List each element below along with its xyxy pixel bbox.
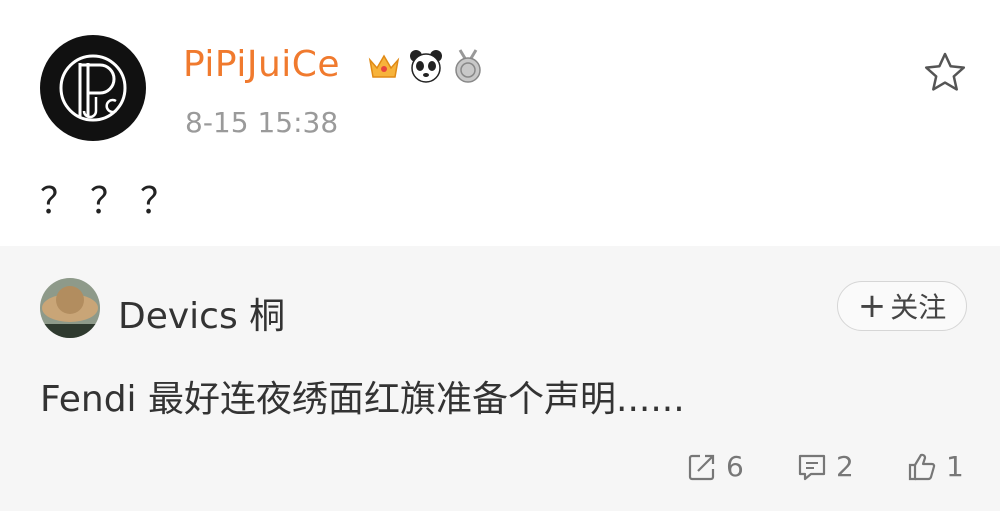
repost-username[interactable]: Devics 桐 — [118, 287, 285, 339]
action-bar: 6 2 1 — [0, 450, 1000, 490]
badge-list — [366, 48, 486, 84]
main-post: PiPiJuiCe 8-15 15:38 ？？？ — [0, 0, 1000, 246]
pjc-logo-icon — [59, 54, 127, 122]
comment-count: 2 — [836, 450, 854, 483]
repost-text: Fendi 最好连夜绣面红旗准备个声明...... — [40, 379, 685, 420]
like-button[interactable]: 1 — [906, 450, 964, 483]
medal-badge-icon[interactable] — [450, 48, 486, 84]
follow-button[interactable]: + 关注 — [837, 281, 967, 331]
hat-avatar-icon — [40, 278, 100, 338]
panda-badge-icon[interactable] — [408, 48, 444, 84]
comment-button[interactable]: 2 — [796, 450, 854, 483]
thumbs-up-icon — [908, 453, 936, 480]
share-icon — [688, 454, 715, 480]
follow-label: 关注 — [890, 291, 947, 324]
like-count: 1 — [946, 450, 964, 483]
avatar[interactable] — [40, 278, 100, 338]
post-time: 8-15 15:38 — [185, 106, 339, 139]
plus-icon: + — [857, 286, 887, 326]
share-count: 6 — [726, 450, 744, 483]
comment-icon — [798, 454, 826, 480]
share-button[interactable]: 6 — [686, 450, 744, 483]
star-favorite-icon[interactable] — [922, 50, 968, 94]
crown-badge-icon[interactable] — [366, 48, 402, 84]
username[interactable]: PiPiJuiCe — [183, 44, 340, 85]
post-text: ？？？ — [40, 181, 191, 222]
retweet-card[interactable]: Devics 桐 + 关注 Fendi 最好连夜绣面红旗准备个声明...... … — [0, 246, 1000, 511]
avatar[interactable] — [40, 35, 146, 141]
